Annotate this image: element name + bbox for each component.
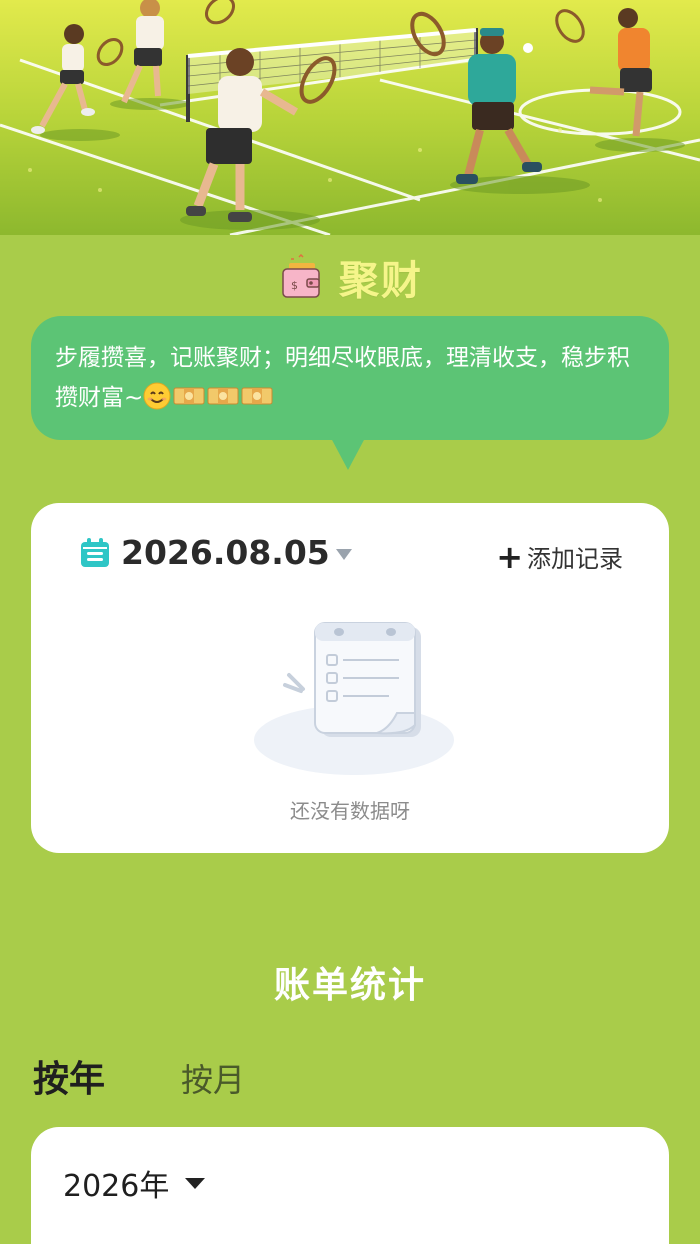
money-icon	[173, 387, 205, 405]
year-dropdown[interactable]: 2026年	[63, 1161, 206, 1205]
selected-date: 2026.08.05	[121, 533, 330, 572]
emoji-row	[143, 382, 273, 410]
date-picker[interactable]: 2026.08.05	[79, 533, 352, 572]
brand-header: $ 聚财	[0, 248, 700, 306]
empty-state-text: 还没有数据呀	[290, 799, 410, 823]
daily-record-card: 2026.08.05 + 添加记录 还没有数据呀	[31, 503, 669, 853]
stats-tabs: 按年 按月	[33, 1050, 245, 1102]
stats-title: 账单统计	[273, 965, 426, 1006]
smile-emoji-icon	[143, 382, 171, 410]
tab-by-year[interactable]: 按年	[33, 1050, 105, 1102]
wallet-icon: $	[282, 253, 320, 298]
bubble-tail	[331, 438, 365, 470]
caret-down-icon	[335, 549, 352, 560]
money-icon	[207, 387, 239, 405]
year-stats-card: 2026年	[31, 1127, 669, 1244]
caret-down-icon	[185, 1177, 206, 1189]
add-record-button[interactable]: + 添加记录	[496, 539, 623, 574]
add-record-label: 添加记录	[527, 545, 623, 573]
brand-title: 聚财	[339, 258, 423, 304]
tab-by-month[interactable]: 按月	[181, 1055, 245, 1101]
money-icon	[241, 387, 273, 405]
slogan-text: 步履攒喜，记账聚财；明细尽收眼底，理清收支，稳步积攒财富~	[55, 345, 630, 411]
slogan-bubble: 步履攒喜，记账聚财；明细尽收眼底，理清收支，稳步积攒财富~	[31, 316, 669, 440]
svg-text:$: $	[291, 279, 298, 292]
plus-icon: +	[496, 537, 523, 576]
calendar-icon	[81, 537, 109, 567]
hero-illustration	[0, 0, 700, 235]
empty-notepad-icon	[254, 622, 454, 775]
year-dropdown-value: 2026年	[63, 1169, 170, 1204]
